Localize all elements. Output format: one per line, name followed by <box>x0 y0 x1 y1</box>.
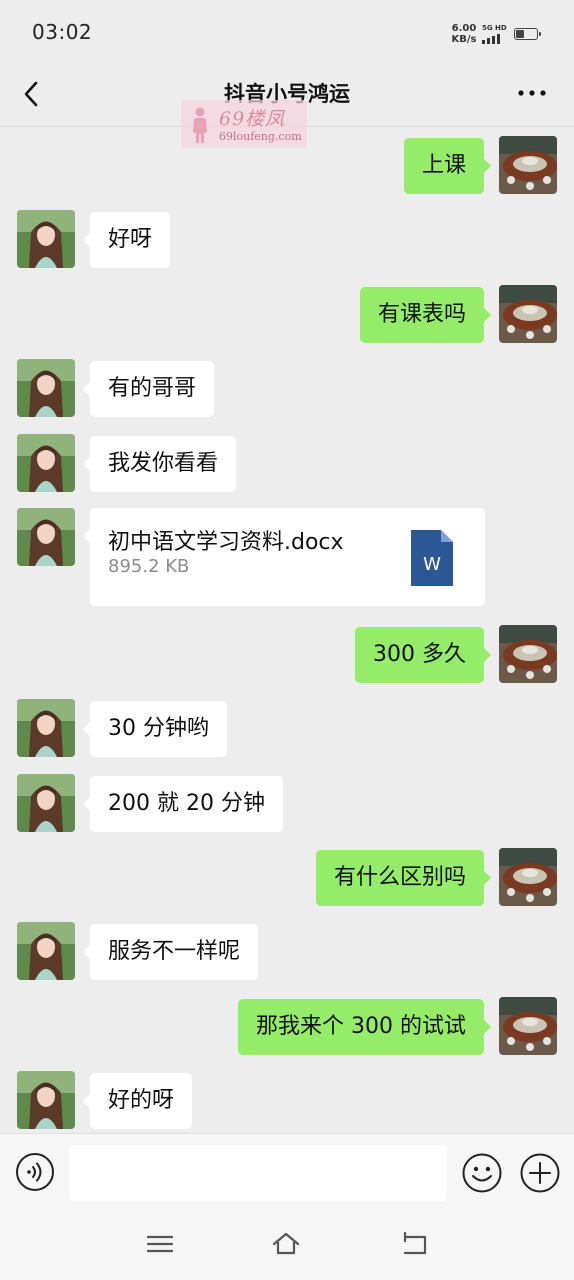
input-bar <box>0 1133 574 1212</box>
girl-portrait-icon <box>17 1071 75 1129</box>
contact-avatar[interactable] <box>17 1071 75 1129</box>
sent-message-row: 那我来个 300 的试试 <box>0 997 574 1057</box>
my-avatar[interactable] <box>499 625 557 683</box>
battery-icon <box>514 28 541 40</box>
signal-bars <box>482 34 500 44</box>
received-message-bubble[interactable]: 有的哥哥 <box>82 361 215 417</box>
more-dots-icon <box>518 90 546 96</box>
sent-message-row: 300 多久 <box>0 625 574 685</box>
sent-message-bubble[interactable]: 上课 <box>403 138 492 194</box>
girl-portrait-icon <box>17 434 75 492</box>
received-message-bubble[interactable]: 服务不一样呢 <box>82 924 259 980</box>
dining-table-photo-icon <box>499 625 557 683</box>
plus-icon <box>520 1153 560 1193</box>
dining-table-photo-icon <box>499 997 557 1055</box>
watermark-url: 69loufeng.com <box>219 130 302 143</box>
watermark-logo: 69楼凤 69loufeng.com <box>181 100 307 148</box>
my-avatar[interactable] <box>499 997 557 1055</box>
file-size: 895.2 KB <box>108 556 190 577</box>
received-message-bubble[interactable]: 200 就 20 分钟 <box>83 776 283 832</box>
dining-table-photo-icon <box>499 136 557 194</box>
contact-avatar[interactable] <box>17 434 75 492</box>
received-message-row: 30 分钟哟 <box>0 699 574 759</box>
received-message-row: 好呀 <box>0 210 574 270</box>
file-name: 初中语文学习资料.docx <box>108 530 344 555</box>
system-back-button[interactable] <box>400 1229 430 1259</box>
word-icon-letter: W <box>423 554 441 575</box>
menu-icon <box>146 1235 174 1253</box>
return-icon <box>403 1231 427 1255</box>
dining-table-photo-icon <box>499 848 557 906</box>
sent-message-bubble[interactable]: 有课表吗 <box>359 287 492 343</box>
recent-apps-button[interactable] <box>145 1229 175 1259</box>
system-nav-bar <box>0 1211 574 1280</box>
message-input[interactable] <box>69 1145 447 1201</box>
net-speed-unit: KB/s <box>451 34 477 45</box>
status-time: 03:02 <box>32 20 93 44</box>
sent-message-bubble[interactable]: 300 多久 <box>355 627 491 683</box>
received-message-row: 200 就 20 分钟 <box>0 774 574 834</box>
signal-label: 5G HD <box>482 24 507 32</box>
girl-portrait-icon <box>17 922 75 980</box>
received-message-bubble[interactable]: 我发你看看 <box>82 436 237 492</box>
my-avatar[interactable] <box>499 285 557 343</box>
girl-portrait-icon <box>17 508 75 566</box>
contact-avatar[interactable] <box>17 210 75 268</box>
dining-table-photo-icon <box>499 285 557 343</box>
sent-message-bubble[interactable]: 那我来个 300 的试试 <box>238 999 491 1055</box>
signal-icon: 5G HD <box>482 24 512 44</box>
contact-avatar[interactable] <box>17 699 75 757</box>
received-message-row: 初中语文学习资料.docx 895.2 KB W <box>0 508 574 608</box>
received-message-row: 好的呀 <box>0 1071 574 1131</box>
emoji-icon <box>462 1153 502 1193</box>
voice-icon <box>16 1153 54 1191</box>
battery-level <box>516 30 524 38</box>
received-message-bubble[interactable]: 好呀 <box>82 212 171 268</box>
more-button[interactable] <box>512 78 552 108</box>
my-avatar[interactable] <box>499 136 557 194</box>
girl-portrait-icon <box>17 210 75 268</box>
home-icon <box>272 1232 300 1255</box>
received-message-row: 服务不一样呢 <box>0 922 574 982</box>
voice-button[interactable] <box>15 1152 55 1192</box>
contact-avatar[interactable] <box>17 508 75 566</box>
sent-message-bubble[interactable]: 有什么区别吗 <box>315 850 492 906</box>
status-bar: 03:02 6.00 KB/s 5G HD <box>0 0 574 64</box>
contact-avatar[interactable] <box>17 774 75 832</box>
received-message-row: 有的哥哥 <box>0 359 574 419</box>
emoji-button[interactable] <box>461 1152 503 1194</box>
my-avatar[interactable] <box>499 848 557 906</box>
home-button[interactable] <box>271 1229 301 1259</box>
plus-button[interactable] <box>519 1152 561 1194</box>
received-message-bubble[interactable]: 好的呀 <box>82 1073 193 1129</box>
girl-portrait-icon <box>17 359 75 417</box>
contact-avatar[interactable] <box>17 922 75 980</box>
net-speed-value: 6.00 <box>451 23 477 34</box>
girl-portrait-icon <box>17 774 75 832</box>
girl-portrait-icon <box>17 699 75 757</box>
sent-message-row: 有课表吗 <box>0 285 574 345</box>
received-message-row: 我发你看看 <box>0 434 574 494</box>
contact-avatar[interactable] <box>17 359 75 417</box>
file-message-card[interactable]: 初中语文学习资料.docx 895.2 KB W <box>83 508 485 606</box>
watermark-figure-icon <box>193 107 207 143</box>
watermark-brand: 69楼凤 <box>219 108 286 130</box>
sent-message-row: 有什么区别吗 <box>0 848 574 908</box>
net-speed: 6.00 KB/s <box>449 23 479 45</box>
received-message-bubble[interactable]: 30 分钟哟 <box>83 701 227 757</box>
word-document-icon: W <box>411 530 453 586</box>
